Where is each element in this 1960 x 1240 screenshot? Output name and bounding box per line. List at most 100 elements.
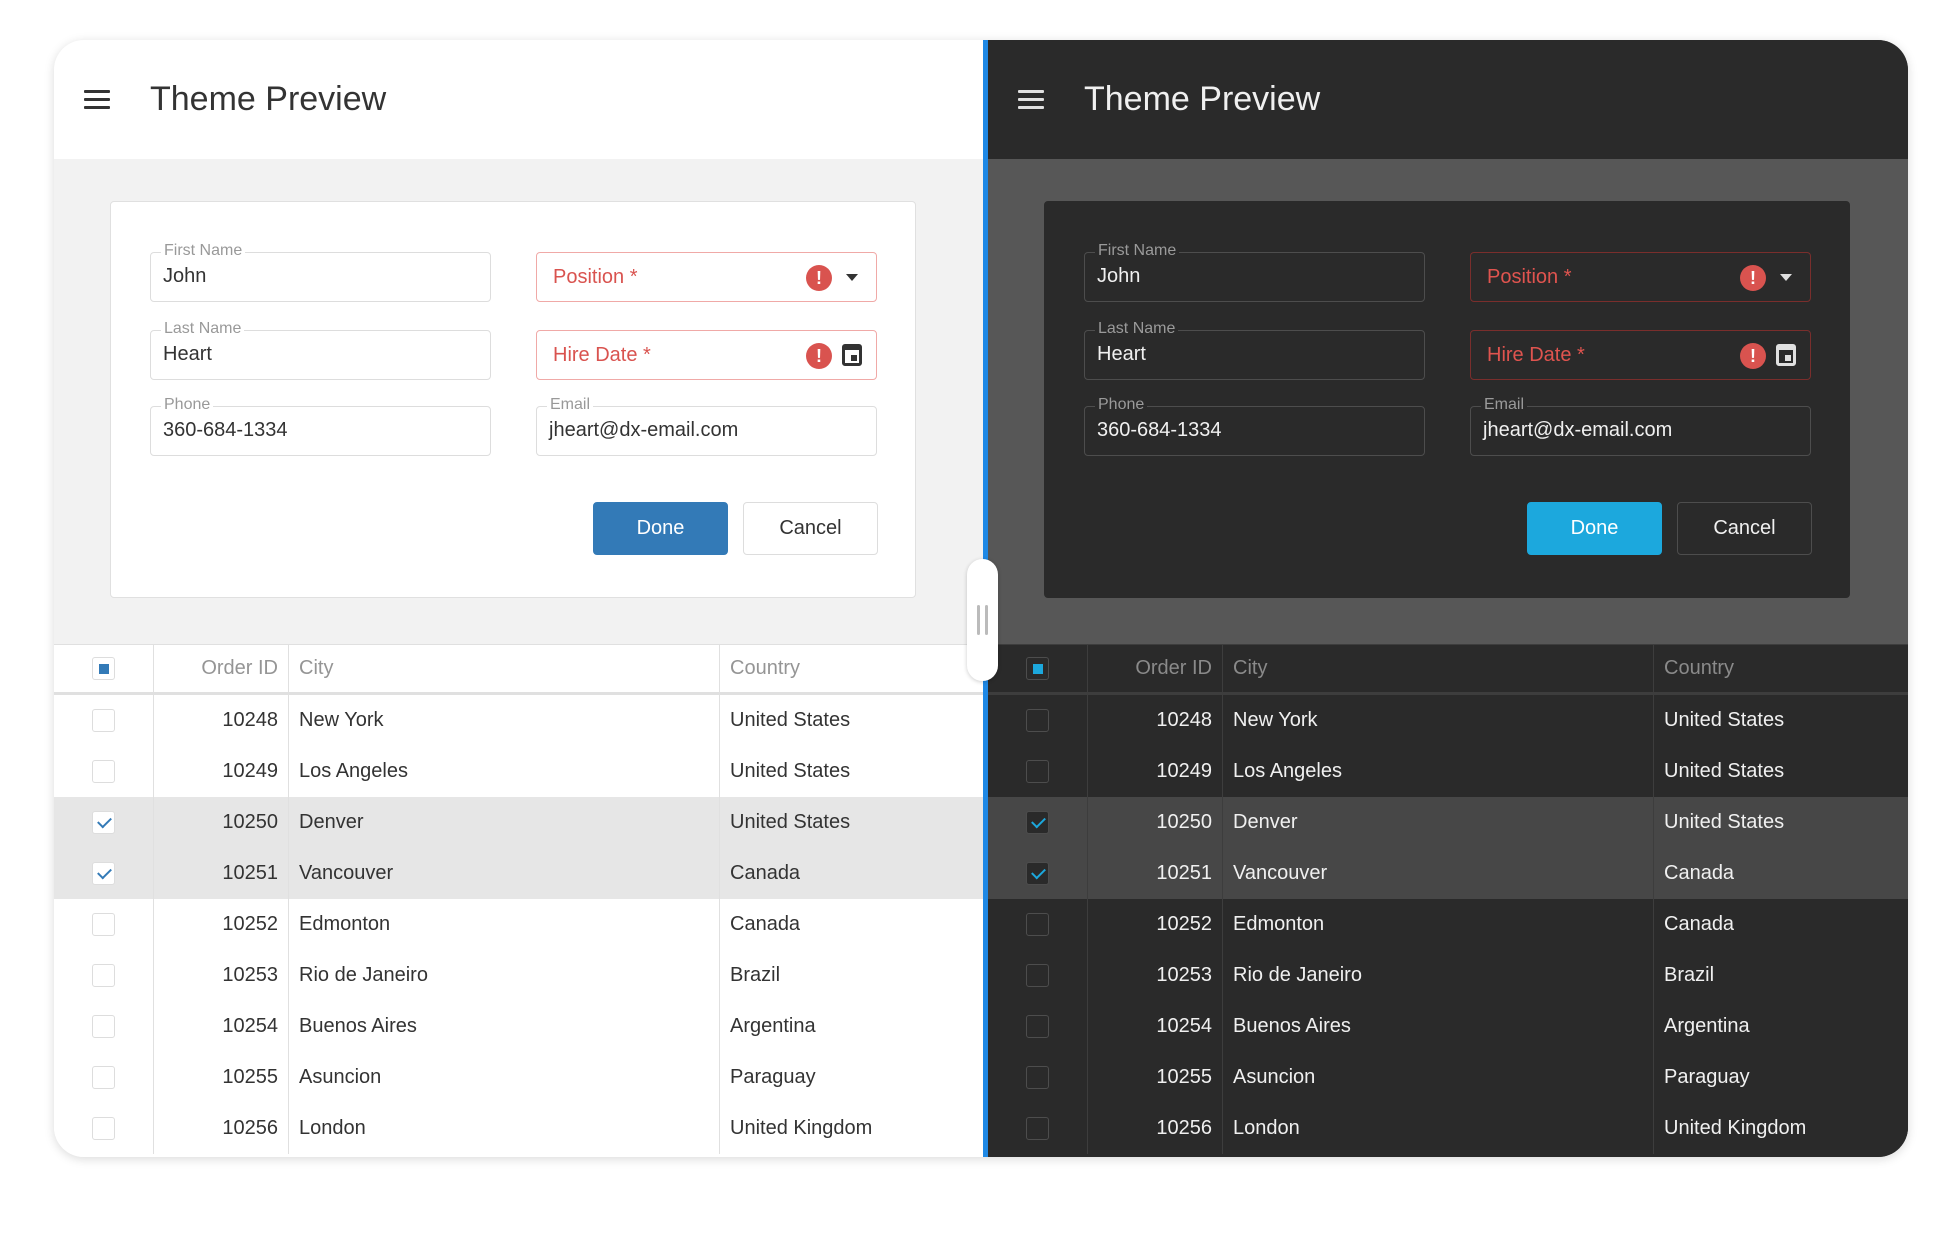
table-row[interactable]: 10249 Los Angeles United States	[54, 746, 983, 797]
splitter-handle[interactable]	[967, 559, 998, 681]
checkbox-cell	[54, 695, 154, 746]
table-row[interactable]: 10248 New York United States	[54, 695, 983, 746]
row-checkbox[interactable]	[1026, 709, 1049, 732]
last-name-field[interactable]: Last Name Heart	[150, 320, 491, 380]
row-checkbox[interactable]	[1026, 760, 1049, 783]
city-cell: Edmonton	[289, 899, 720, 950]
email-label: Email	[1481, 396, 1528, 414]
order-id-cell: 10248	[154, 695, 289, 746]
row-checkbox[interactable]	[1026, 811, 1049, 834]
row-checkbox[interactable]	[92, 1015, 115, 1038]
order-id-cell: 10254	[1088, 1001, 1223, 1052]
row-checkbox[interactable]	[92, 862, 115, 885]
select-all-checkbox[interactable]	[92, 657, 115, 680]
order-id-cell: 10251	[154, 848, 289, 899]
row-checkbox[interactable]	[92, 1117, 115, 1140]
column-header-order-id[interactable]: Order ID	[154, 645, 289, 692]
table-row[interactable]: 10255 Asuncion Paraguay	[54, 1052, 983, 1103]
row-checkbox[interactable]	[1026, 1015, 1049, 1038]
country-cell: Brazil	[730, 964, 781, 986]
phone-field[interactable]: Phone 360-684-1334	[150, 396, 491, 456]
done-button[interactable]: Done	[1527, 502, 1662, 555]
checkbox-cell	[988, 1001, 1088, 1052]
column-header-country[interactable]: Country	[720, 645, 983, 692]
dropdown-caret-icon[interactable]	[846, 274, 858, 281]
table-row[interactable]: 10250 Denver United States	[54, 797, 983, 848]
last-name-value[interactable]: Heart	[1097, 343, 1146, 366]
email-field[interactable]: Email jheart@dx-email.com	[536, 396, 877, 456]
last-name-value[interactable]: Heart	[163, 343, 212, 366]
column-header-city[interactable]: City	[289, 645, 720, 692]
error-icon: !	[1740, 265, 1766, 291]
checkbox-cell	[988, 695, 1088, 746]
email-field[interactable]: Email jheart@dx-email.com	[1470, 396, 1811, 456]
table-row[interactable]: 10248 New York United States	[988, 695, 1908, 746]
hamburger-menu-icon[interactable]	[84, 90, 110, 109]
hire-date-placeholder: Hire Date *	[1487, 344, 1585, 366]
row-checkbox[interactable]	[92, 913, 115, 936]
row-checkbox[interactable]	[1026, 862, 1049, 885]
hamburger-menu-icon[interactable]	[1018, 90, 1044, 109]
row-checkbox[interactable]	[1026, 1066, 1049, 1089]
position-field[interactable]: Position *!	[1470, 252, 1811, 302]
email-value[interactable]: jheart@dx-email.com	[549, 419, 738, 442]
city-cell: Los Angeles	[1223, 746, 1654, 797]
column-header-country[interactable]: Country	[1654, 645, 1908, 692]
phone-field[interactable]: Phone 360-684-1334	[1084, 396, 1425, 456]
checkbox-cell	[54, 950, 154, 1001]
row-checkbox[interactable]	[92, 1066, 115, 1089]
row-checkbox[interactable]	[1026, 913, 1049, 936]
phone-label: Phone	[1095, 396, 1148, 414]
app-header: Theme Preview	[988, 40, 1908, 159]
table-row[interactable]: 10253 Rio de Janeiro Brazil	[988, 950, 1908, 1001]
hire-date-field[interactable]: Hire Date *!	[536, 330, 877, 380]
table-row[interactable]: 10251 Vancouver Canada	[988, 848, 1908, 899]
column-header-city[interactable]: City	[1223, 645, 1654, 692]
row-checkbox[interactable]	[92, 811, 115, 834]
country-cell: United States	[1664, 760, 1785, 782]
column-header-order-id[interactable]: Order ID	[1088, 645, 1223, 692]
country-cell: United Kingdom	[1664, 1117, 1807, 1139]
checkbox-cell	[54, 797, 154, 848]
table-row[interactable]: 10250 Denver United States	[988, 797, 1908, 848]
dropdown-caret-icon[interactable]	[1780, 274, 1792, 281]
row-checkbox[interactable]	[1026, 964, 1049, 987]
table-row[interactable]: 10254 Buenos Aires Argentina	[54, 1001, 983, 1052]
first-name-field[interactable]: First Name John	[150, 242, 491, 302]
row-checkbox[interactable]	[92, 760, 115, 783]
city-cell: Denver	[1223, 797, 1654, 848]
table-row[interactable]: 10253 Rio de Janeiro Brazil	[54, 950, 983, 1001]
table-row[interactable]: 10252 Edmonton Canada	[988, 899, 1908, 950]
table-row[interactable]: 10249 Los Angeles United States	[988, 746, 1908, 797]
light-theme-panel: Theme Preview First Name John Last Name Hear…	[54, 40, 983, 1157]
hire-date-field[interactable]: Hire Date *!	[1470, 330, 1811, 380]
select-all-cell	[54, 645, 154, 692]
row-checkbox[interactable]	[92, 964, 115, 987]
select-all-checkbox[interactable]	[1026, 657, 1049, 680]
phone-value[interactable]: 360-684-1334	[1097, 419, 1222, 442]
first-name-value[interactable]: John	[1097, 265, 1140, 288]
table-row[interactable]: 10256 London United Kingdom	[988, 1103, 1908, 1154]
done-button[interactable]: Done	[593, 502, 728, 555]
error-icon: !	[806, 265, 832, 291]
first-name-value[interactable]: John	[163, 265, 206, 288]
email-value[interactable]: jheart@dx-email.com	[1483, 419, 1672, 442]
cancel-button[interactable]: Cancel	[1677, 502, 1812, 555]
phone-value[interactable]: 360-684-1334	[163, 419, 288, 442]
table-row[interactable]: 10256 London United Kingdom	[54, 1103, 983, 1154]
last-name-field[interactable]: Last Name Heart	[1084, 320, 1425, 380]
table-row[interactable]: 10255 Asuncion Paraguay	[988, 1052, 1908, 1103]
row-checkbox[interactable]	[1026, 1117, 1049, 1140]
calendar-icon[interactable]	[1776, 344, 1796, 366]
table-row[interactable]: 10254 Buenos Aires Argentina	[988, 1001, 1908, 1052]
cancel-button[interactable]: Cancel	[743, 502, 878, 555]
country-cell: United States	[1664, 709, 1785, 731]
table-row[interactable]: 10251 Vancouver Canada	[54, 848, 983, 899]
calendar-icon[interactable]	[842, 344, 862, 366]
row-checkbox[interactable]	[92, 709, 115, 732]
first-name-field[interactable]: First Name John	[1084, 242, 1425, 302]
table-row[interactable]: 10252 Edmonton Canada	[54, 899, 983, 950]
position-field[interactable]: Position *!	[536, 252, 877, 302]
position-placeholder: Position *	[1487, 266, 1572, 288]
checkbox-cell	[988, 950, 1088, 1001]
